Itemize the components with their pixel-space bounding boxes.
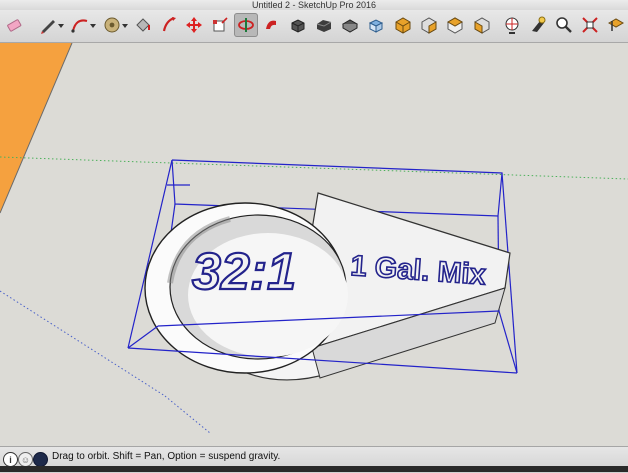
iso-view-icon [368,19,384,33]
right-view-icon [421,17,437,34]
info-icon[interactable]: i [3,452,18,467]
back-view-button[interactable] [443,13,467,37]
left-view-button[interactable] [470,13,494,37]
zoom-extents-icon [582,17,598,33]
walk-icon [532,16,546,32]
ratio-label: 32:1 [192,243,296,301]
section-plane-icon [607,18,625,31]
tape-measure-icon [104,17,120,33]
follow-me-tool-button[interactable] [260,13,284,37]
pencil-icon [41,20,55,34]
iso-view-button[interactable] [364,13,388,37]
warehouse-icon [316,20,332,32]
caret-down-icon [122,24,128,28]
component-icon [291,19,305,33]
user-account-icon[interactable]: ☺ [18,452,33,467]
main-toolbar [0,10,628,43]
green-axis-line [0,156,628,180]
arc-icon [71,19,88,33]
warehouse-tool-button[interactable] [312,13,336,37]
move-tool-button[interactable] [182,13,206,37]
orbit-icon [238,18,254,32]
top-view-icon [341,19,359,33]
pencil-dropdown-button[interactable] [57,13,65,37]
scale-tool-button[interactable] [208,13,232,37]
right-view-button[interactable] [417,13,441,37]
window-title: Untitled 2 - SketchUp Pro 2016 [0,0,628,10]
orbit-tool-button[interactable] [234,13,258,37]
look-around-tool-button[interactable] [500,13,524,37]
eraser-icon [7,19,22,32]
push-pull-icon [162,16,176,32]
blue-axis-line [0,290,166,397]
caret-down-icon [58,24,64,28]
front-view-icon [395,17,411,34]
eraser-tool-button[interactable] [2,13,26,37]
status-message: Drag to orbit. Shift = Pan, Option = sus… [52,451,281,462]
section-plane-tool-button[interactable] [604,13,628,37]
follow-me-icon [266,20,276,29]
scale-icon [213,17,228,32]
back-view-icon [446,17,464,34]
zoom-tool-button[interactable] [552,13,576,37]
model-viewport[interactable]: 32:1 1 Gal. Mix [0,43,628,445]
push-pull-tool-button[interactable] [157,13,181,37]
paint-bucket-icon [136,18,150,32]
left-view-icon [474,17,490,34]
caret-down-icon [90,24,96,28]
move-icon [186,17,202,33]
look-around-icon [505,17,519,34]
geo-location-icon[interactable] [33,452,48,467]
top-view-button[interactable] [338,13,362,37]
walk-tool-button[interactable] [526,13,550,37]
tape-dropdown-button[interactable] [121,13,129,37]
component-tool-button[interactable] [286,13,310,37]
front-view-button[interactable] [391,13,415,37]
scene-canvas: 32:1 1 Gal. Mix [0,43,628,434]
zoom-extents-tool-button[interactable] [578,13,602,37]
dock-strip [0,466,628,472]
zoom-icon [556,17,572,33]
arc-dropdown-button[interactable] [89,13,97,37]
paint-bucket-tool-button[interactable] [131,13,155,37]
blue-axis-line-lower [164,395,211,434]
